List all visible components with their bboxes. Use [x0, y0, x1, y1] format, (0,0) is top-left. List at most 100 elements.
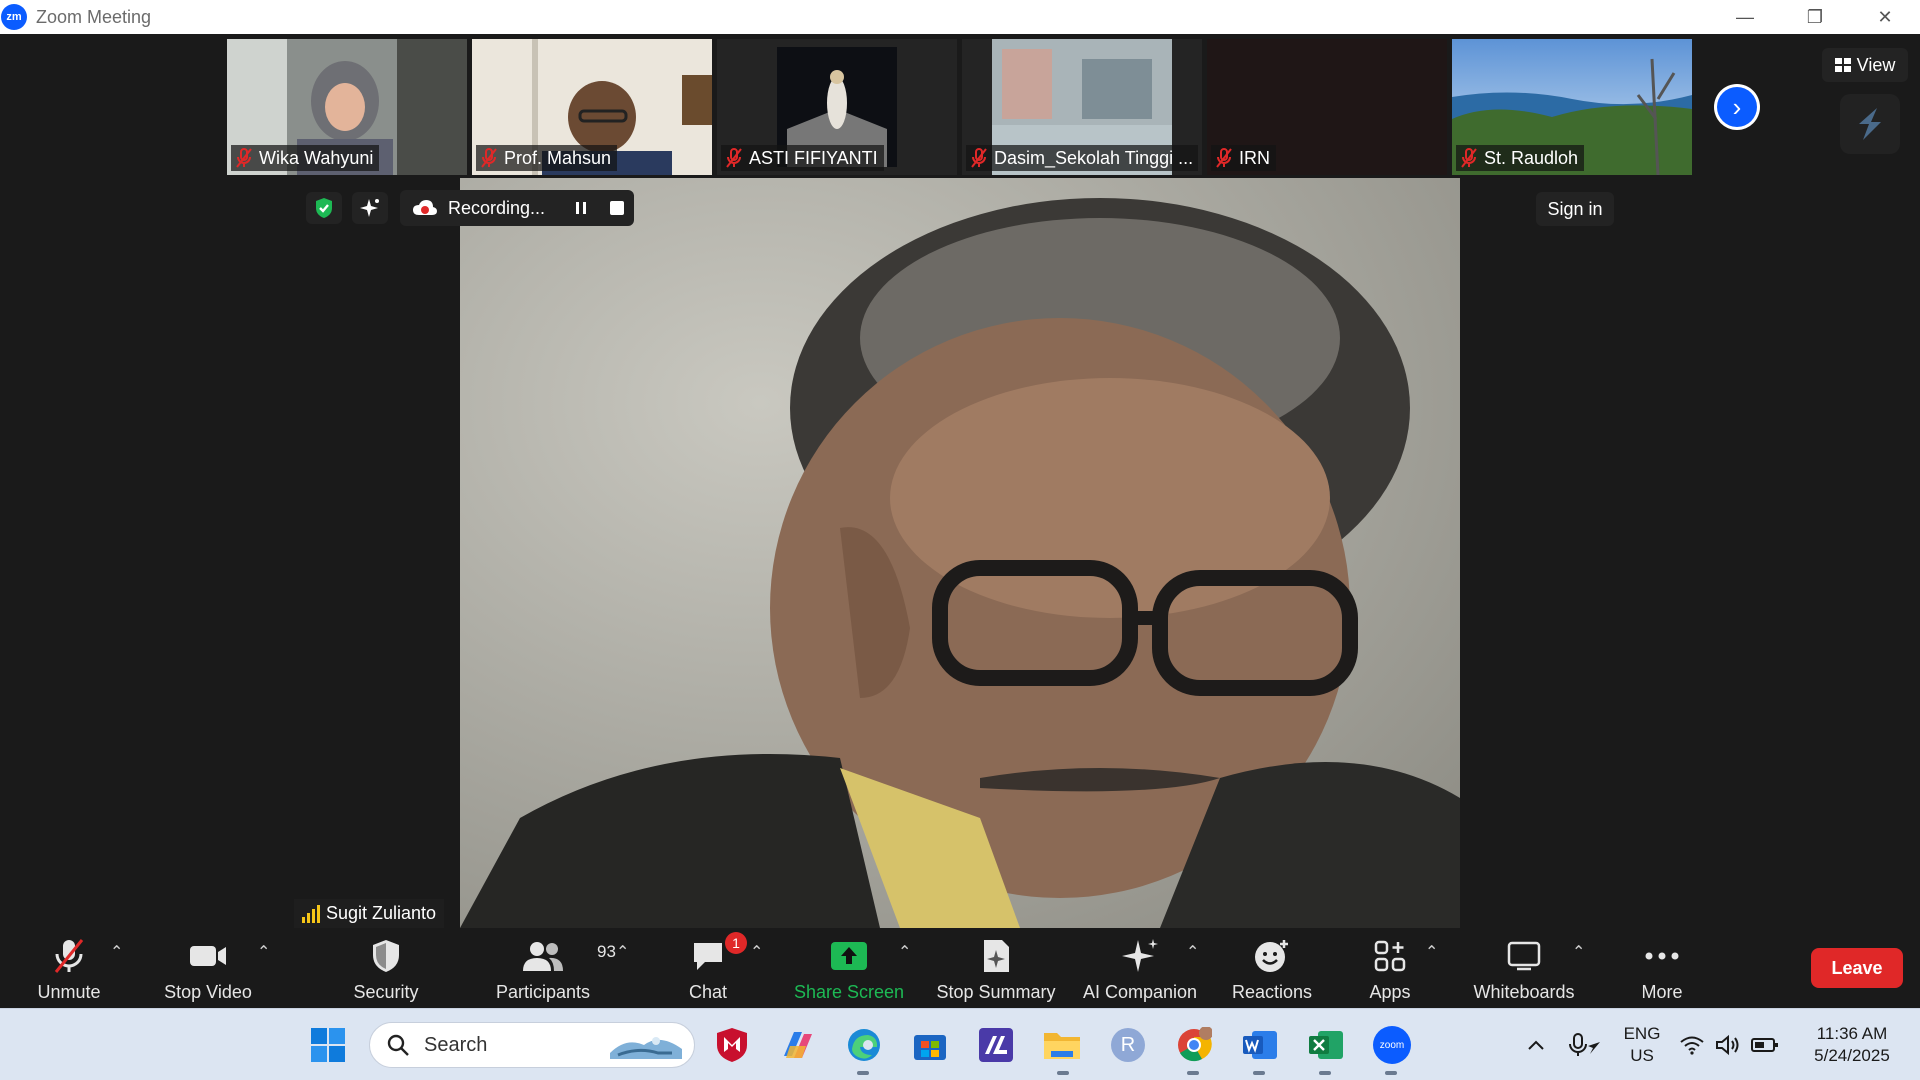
- participants-options-chevron-icon[interactable]: ⌃: [616, 942, 629, 962]
- participants-icon: [523, 942, 563, 971]
- stop-summary-button[interactable]: Stop Summary: [932, 928, 1060, 1008]
- apps-label: Apps: [1369, 982, 1411, 1002]
- share-options-chevron-icon[interactable]: ⌃: [898, 942, 911, 962]
- chat-button[interactable]: 1 Chat: [678, 928, 747, 1008]
- speaker-video-frame: [460, 178, 1460, 928]
- more-dots-icon: [1645, 952, 1679, 960]
- search-placeholder: Search: [424, 1033, 488, 1056]
- reactions-button[interactable]: Reactions: [1226, 928, 1318, 1008]
- show-hidden-icons-button[interactable]: [1514, 1023, 1558, 1067]
- recording-indicator: Recording...: [400, 190, 634, 226]
- mic-muted-icon: [1216, 148, 1232, 168]
- zoom-app-icon: zm: [1, 4, 27, 30]
- clock[interactable]: 11:36 AM 5/24/2025: [1796, 1023, 1908, 1067]
- unmute-button[interactable]: Unmute: [22, 928, 116, 1008]
- participant-name-label: Prof. Mahsun: [476, 145, 618, 171]
- sign-in-button[interactable]: Sign in: [1536, 192, 1614, 226]
- folder-icon: [1044, 1033, 1080, 1059]
- participant-tile[interactable]: IRN: [1207, 39, 1447, 175]
- more-button[interactable]: More: [1630, 928, 1694, 1008]
- mic-muted-icon: [236, 148, 252, 168]
- quick-settings-button[interactable]: [1674, 1023, 1784, 1067]
- whiteboards-button[interactable]: Whiteboards: [1466, 928, 1582, 1008]
- taskbar-search[interactable]: Search: [369, 1022, 695, 1068]
- participant-tile[interactable]: ASTI FIFIYANTI: [717, 39, 957, 175]
- participant-name-label: IRN: [1211, 145, 1276, 171]
- mic-muted-icon: [726, 148, 742, 168]
- video-options-chevron-icon[interactable]: ⌃: [257, 942, 270, 962]
- clock-date: 5/24/2025: [1814, 1046, 1890, 1065]
- word-app[interactable]: [1238, 1023, 1282, 1067]
- speaker-volume-icon: [1716, 1034, 1739, 1056]
- security-button[interactable]: Security: [340, 928, 432, 1008]
- copilot-app[interactable]: [776, 1023, 820, 1067]
- editor-app[interactable]: [974, 1023, 1018, 1067]
- edge-icon: [848, 1029, 880, 1061]
- ai-companion-button[interactable]: AI Companion: [1078, 928, 1202, 1008]
- mic-muted-icon: [54, 939, 84, 973]
- close-button[interactable]: ✕: [1850, 0, 1920, 34]
- running-indicator: [1253, 1071, 1265, 1075]
- running-indicator: [1187, 1071, 1199, 1075]
- leave-meeting-button[interactable]: Leave: [1811, 948, 1903, 988]
- next-page-button[interactable]: ›: [1714, 84, 1760, 130]
- chat-options-chevron-icon[interactable]: ⌃: [750, 942, 763, 962]
- participant-name: St. Raudloh: [1484, 147, 1579, 168]
- audio-options-chevron-icon[interactable]: ⌃: [110, 942, 123, 962]
- recording-label: Recording...: [448, 197, 546, 218]
- participant-tile[interactable]: Wika Wahyuni: [227, 39, 467, 175]
- battery-icon: [1751, 1038, 1778, 1052]
- side-app-launcher[interactable]: [1840, 94, 1900, 154]
- r-app-icon: R: [1111, 1028, 1145, 1062]
- participant-name-label: Dasim_Sekolah Tinggi ...: [966, 145, 1198, 171]
- zoom-taskbar-app[interactable]: zoom: [1370, 1023, 1414, 1067]
- whiteboard-icon: [1507, 941, 1541, 971]
- participant-name: Prof. Mahsun: [504, 147, 612, 168]
- region-code: US: [1630, 1046, 1654, 1065]
- mcafee-app[interactable]: [710, 1023, 754, 1067]
- unread-chat-badge: 1: [725, 932, 747, 954]
- start-button[interactable]: [306, 1023, 350, 1067]
- input-language-indicator[interactable]: ENG US: [1620, 1023, 1664, 1067]
- active-speaker-video[interactable]: [460, 178, 1460, 928]
- chat-bubble-icon: [694, 943, 722, 970]
- participants-button[interactable]: 93 Participants: [490, 928, 616, 1008]
- participant-tile[interactable]: St. Raudloh: [1452, 39, 1692, 175]
- minimize-button[interactable]: —: [1710, 0, 1780, 34]
- edge-browser-app[interactable]: [842, 1023, 886, 1067]
- excel-app[interactable]: [1304, 1023, 1348, 1067]
- restore-button[interactable]: ❐: [1780, 0, 1850, 34]
- apps-options-chevron-icon[interactable]: ⌃: [1425, 942, 1438, 962]
- location-mic-tray[interactable]: [1562, 1023, 1608, 1067]
- pause-recording-button[interactable]: [572, 199, 590, 217]
- stop-video-button[interactable]: Stop Video: [156, 928, 260, 1008]
- excel-icon: [1309, 1031, 1343, 1059]
- stop-recording-button[interactable]: [610, 201, 624, 215]
- running-indicator: [857, 1071, 869, 1075]
- participant-tile[interactable]: Prof. Mahsun: [472, 39, 712, 175]
- file-explorer-app[interactable]: [1040, 1023, 1084, 1067]
- mcafee-shield-icon: [717, 1028, 747, 1062]
- r-app[interactable]: R: [1106, 1023, 1150, 1067]
- apps-button[interactable]: Apps: [1362, 928, 1418, 1008]
- share-screen-button[interactable]: Share Screen: [790, 928, 908, 1008]
- stop-video-label: Stop Video: [164, 982, 252, 1002]
- participant-name-label: ASTI FIFIYANTI: [721, 145, 884, 171]
- editor-app-icon: [979, 1028, 1013, 1062]
- chrome-icon: [1178, 1027, 1212, 1062]
- chrome-browser-app[interactable]: [1172, 1023, 1216, 1067]
- wifi-icon: [1680, 1036, 1704, 1055]
- encryption-badge[interactable]: [306, 192, 342, 224]
- ai-companion-options-chevron-icon[interactable]: ⌃: [1186, 942, 1199, 962]
- grid-icon: [1834, 58, 1851, 72]
- participants-count: 93: [597, 942, 616, 961]
- whiteboards-options-chevron-icon[interactable]: ⌃: [1572, 942, 1585, 962]
- view-button[interactable]: View: [1822, 48, 1908, 82]
- ai-companion-badge[interactable]: [352, 192, 388, 224]
- search-icon: [387, 1034, 409, 1056]
- store-icon: [914, 1035, 946, 1060]
- window-title: Zoom Meeting: [36, 6, 152, 27]
- share-screen-label: Share Screen: [793, 982, 905, 1002]
- participant-tile[interactable]: Dasim_Sekolah Tinggi ...: [962, 39, 1202, 175]
- microsoft-store-app[interactable]: [908, 1023, 952, 1067]
